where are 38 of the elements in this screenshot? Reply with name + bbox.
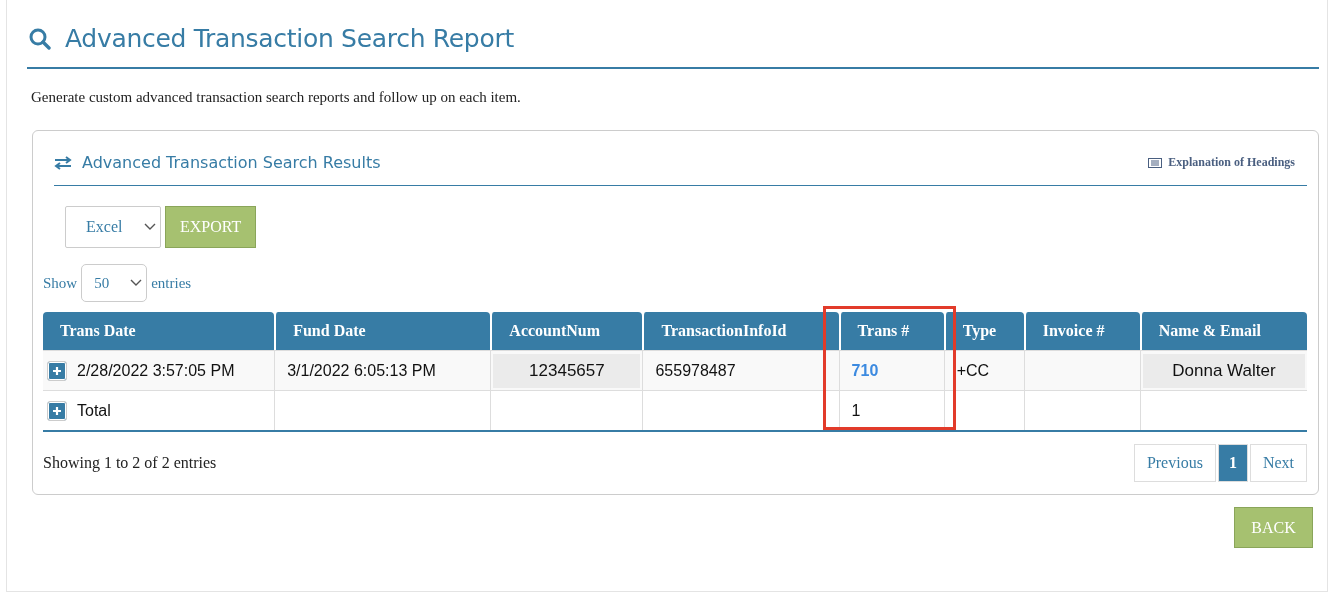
expand-button[interactable] — [47, 360, 67, 381]
table-cell: 655978487 — [655, 361, 736, 379]
chevron-down-icon — [144, 223, 156, 231]
transaction-link[interactable]: 710 — [851, 361, 879, 379]
table-cell: 12345657 — [493, 353, 641, 388]
entries-select[interactable]: 50 — [81, 264, 148, 302]
column-header[interactable]: Trans Date — [43, 312, 275, 350]
table-cell: 2/28/2022 3:57:05 PM — [77, 361, 235, 380]
column-header[interactable]: Type — [943, 312, 1024, 350]
total-label: 1 — [851, 401, 861, 419]
plus-icon — [52, 365, 62, 376]
page-title: Advanced Transaction Search Report — [65, 24, 514, 53]
explanation-link[interactable]: Explanation of Headings — [1148, 155, 1295, 170]
total-label: Total — [77, 401, 111, 420]
entries-label: entries — [151, 274, 192, 292]
chevron-down-icon — [130, 279, 143, 287]
page-number[interactable]: 1 — [1217, 444, 1248, 482]
list-icon — [1148, 157, 1163, 168]
card-title: Advanced Transaction Search Results — [82, 153, 381, 172]
show-label: Show — [43, 274, 78, 292]
table-cell: +CC — [956, 361, 990, 379]
table-cell: Donna Walter — [1142, 353, 1305, 388]
pagination-button[interactable]: Next — [1249, 444, 1307, 482]
table-info: Showing 1 to 2 of 2 entries — [43, 454, 217, 472]
plus-icon — [52, 405, 62, 416]
page-description: Generate custom advanced transaction search reports and follow up on each item. — [31, 89, 522, 106]
column-header[interactable]: AccountNum — [490, 312, 643, 350]
column-header[interactable]: Name & Email — [1139, 312, 1307, 350]
swap-arrows-icon — [54, 155, 72, 170]
column-header[interactable]: Invoice # — [1023, 312, 1140, 350]
expand-button[interactable] — [47, 400, 67, 421]
pagination-button[interactable]: Previous — [1133, 444, 1216, 482]
format-select[interactable]: Excel — [65, 206, 161, 248]
table-cell: 3/1/2022 6:05:13 PM — [287, 361, 436, 379]
column-header[interactable]: Fund Date — [274, 312, 491, 350]
search-icon — [29, 27, 51, 50]
column-header[interactable]: Trans # — [838, 312, 944, 350]
column-header[interactable]: TransactionInfoId — [642, 312, 839, 350]
